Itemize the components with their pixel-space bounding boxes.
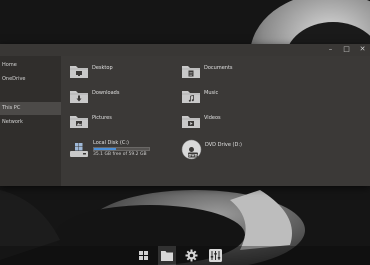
folder-label: Desktop	[92, 65, 113, 71]
start-windows-icon	[139, 251, 148, 260]
folder-label: Downloads	[92, 90, 120, 96]
dvd-icon-label: DVD	[188, 152, 197, 157]
file-explorer-window: – □ ✕ Home OneDrive This PC Network Desk…	[0, 44, 370, 186]
title-bar[interactable]: – □ ✕	[0, 44, 370, 56]
taskbar	[0, 246, 370, 265]
dvd-disc-icon: DVD	[181, 139, 202, 160]
documents-folder-icon	[182, 66, 200, 78]
nav-item-home[interactable]: Home	[0, 59, 61, 72]
start-button[interactable]	[134, 246, 152, 265]
folder-label: Music	[204, 90, 219, 96]
downloads-folder-icon	[70, 91, 88, 103]
folder-desktop[interactable]: Desktop	[69, 63, 159, 85]
pictures-folder-icon	[70, 116, 88, 128]
drive-usage-fill	[94, 148, 117, 150]
folder-downloads[interactable]: Downloads	[69, 88, 159, 110]
drive-free-space: 35.1 GB free of 59.2 GB	[93, 152, 147, 157]
folder-music[interactable]: Music	[181, 88, 271, 110]
minimize-button[interactable]: –	[326, 45, 335, 54]
folder-videos[interactable]: Videos	[181, 113, 271, 135]
folder-pictures[interactable]: Pictures	[69, 113, 159, 135]
maximize-button[interactable]: □	[342, 45, 351, 54]
desktop-folder-icon	[70, 66, 88, 78]
navigation-pane: Home OneDrive This PC Network	[0, 56, 61, 186]
drive-local-disk[interactable]: Local Disk (C:) 35.1 GB free of 59.2 GB	[69, 140, 164, 161]
folder-label: Pictures	[92, 115, 112, 121]
drive-dvd[interactable]: DVD DVD Drive (D:)	[181, 139, 271, 161]
folder-label: Videos	[204, 115, 221, 121]
folder-documents[interactable]: Documents	[181, 63, 271, 85]
videos-folder-icon	[182, 116, 200, 128]
drive-usage-bar	[93, 147, 150, 151]
content-pane: Desktop Documents Downloads Music Pictur…	[62, 56, 370, 186]
nav-item-this-pc[interactable]: This PC	[0, 102, 61, 115]
drive-name: DVD Drive (D:)	[205, 142, 242, 148]
file-explorer-taskbar-button[interactable]	[158, 246, 176, 265]
close-button[interactable]: ✕	[358, 45, 367, 54]
drive-name: Local Disk (C:)	[93, 140, 129, 146]
music-folder-icon	[182, 91, 200, 103]
settings-gear-icon	[185, 249, 198, 262]
sliders-mixer-icon	[209, 249, 222, 262]
nav-item-onedrive[interactable]: OneDrive	[0, 73, 61, 86]
nav-item-network[interactable]: Network	[0, 116, 61, 129]
file-explorer-icon	[161, 251, 173, 261]
folder-label: Documents	[204, 65, 233, 71]
mixer-taskbar-button[interactable]	[206, 246, 224, 265]
settings-taskbar-button[interactable]	[182, 246, 200, 265]
hard-drive-icon	[70, 143, 88, 157]
